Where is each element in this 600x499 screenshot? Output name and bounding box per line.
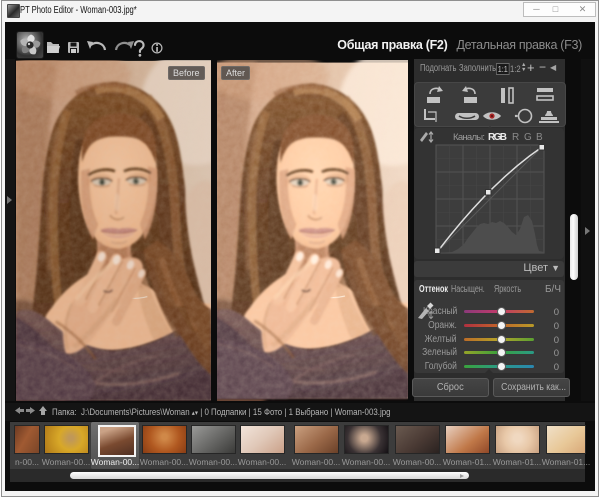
svg-text:R: R: [512, 132, 519, 143]
svg-text:RGB: RGB: [488, 132, 507, 143]
svg-text:G: G: [524, 132, 532, 143]
svg-text:B: B: [536, 132, 543, 143]
svg-text:Каналы:: Каналы:: [453, 132, 485, 143]
